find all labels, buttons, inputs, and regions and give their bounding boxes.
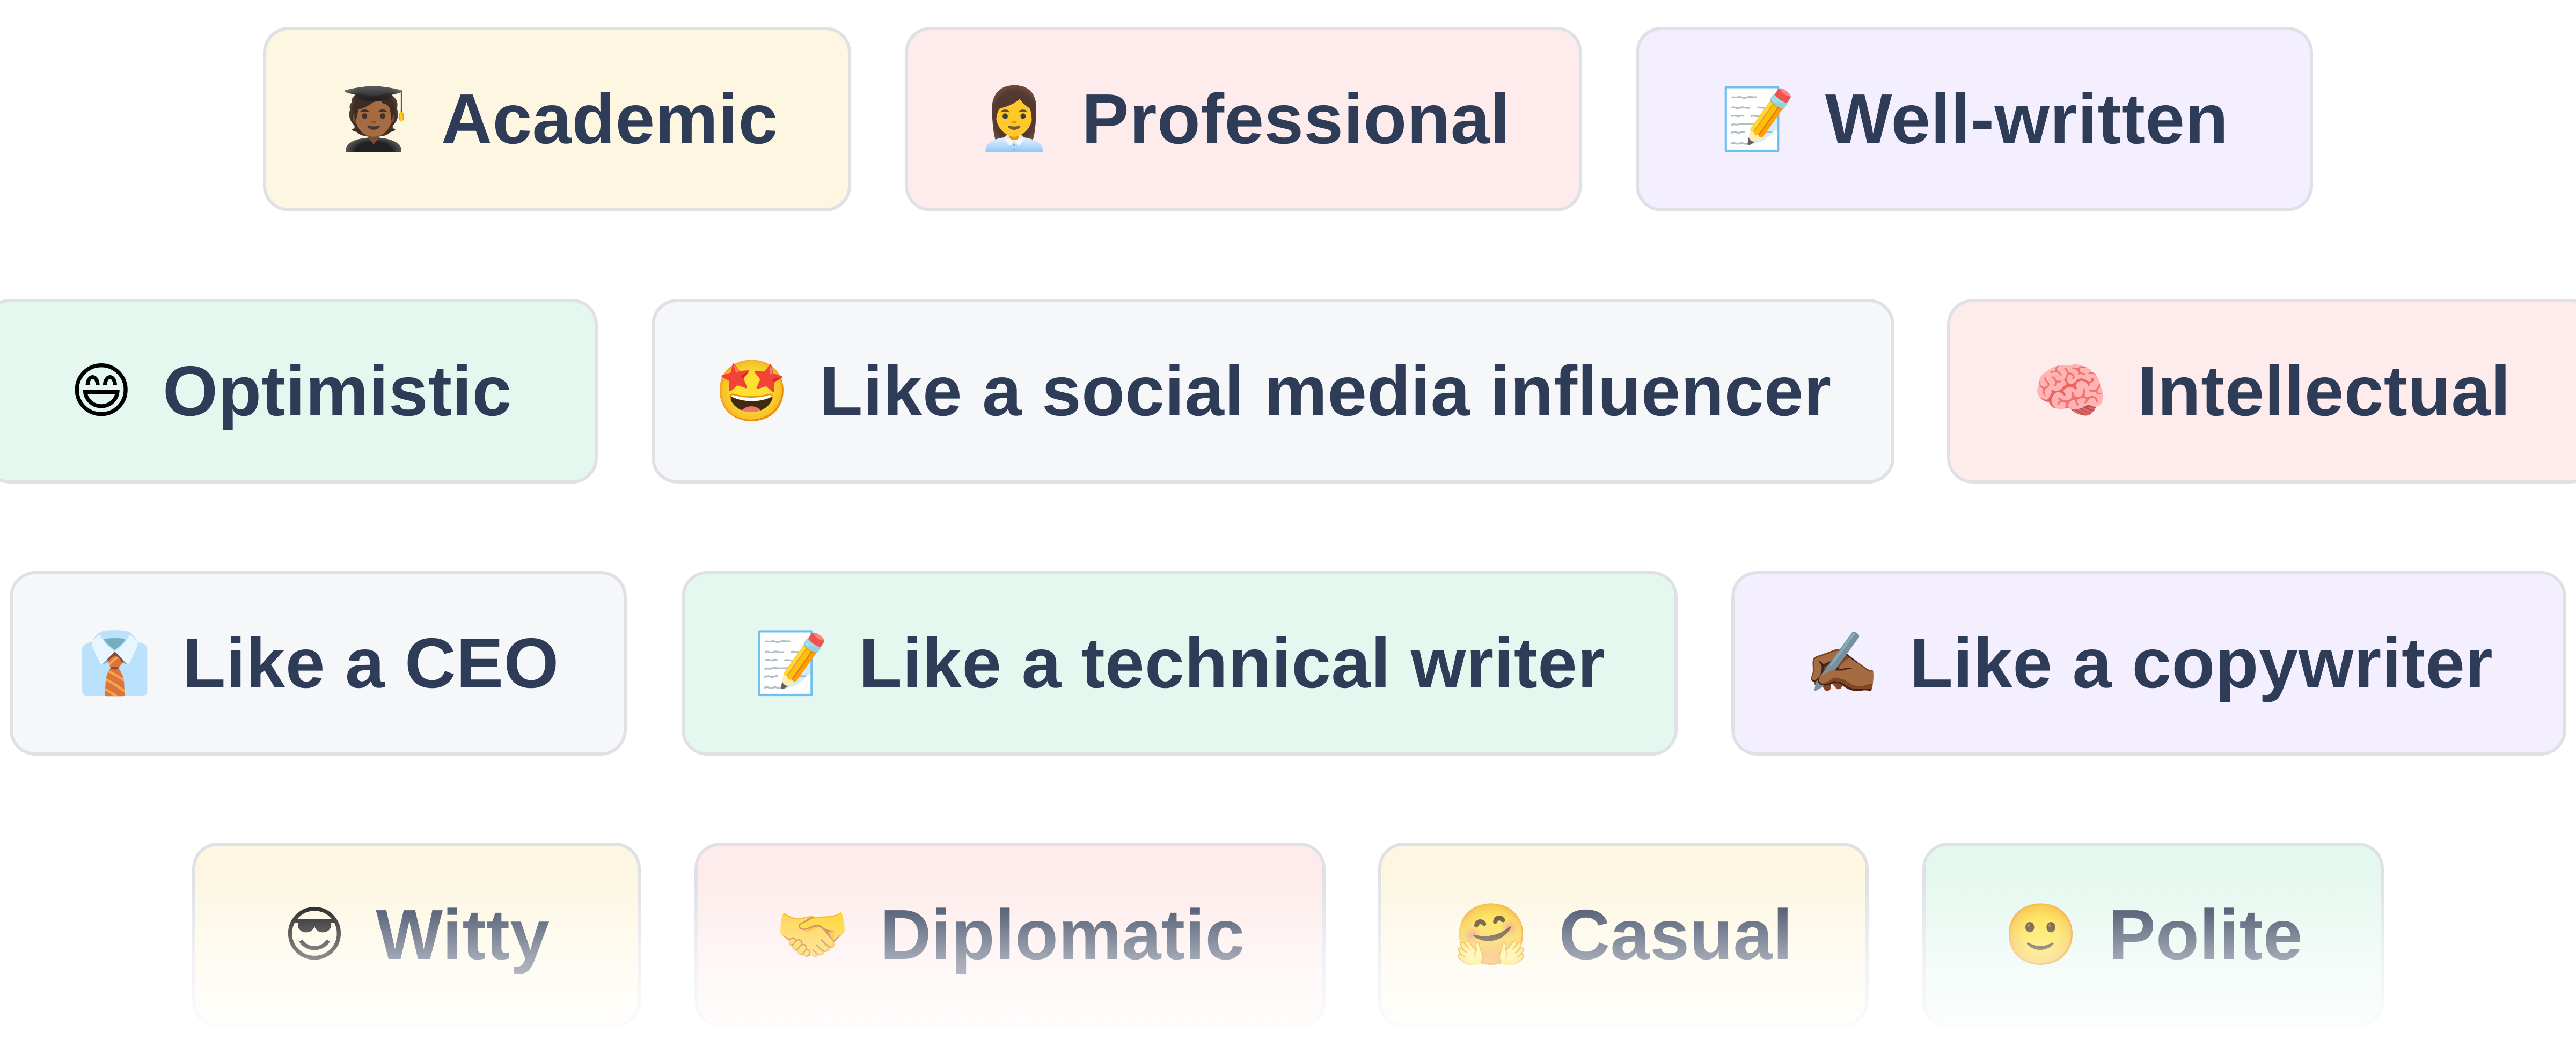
hugging-face-icon: 🤗 <box>1454 900 1529 970</box>
tone-chip-professional[interactable]: 👩‍💼 Professional <box>905 27 1582 211</box>
necktie-icon: 👔 <box>77 628 152 698</box>
tone-chip-label: Optimistic <box>163 352 512 430</box>
tone-chip-label: Well-written <box>1825 79 2229 158</box>
graduate-icon: 🧑🏾‍🎓 <box>336 84 411 154</box>
memo-icon: 📝 <box>753 628 829 698</box>
tone-chip-copywriter[interactable]: ✍🏾 Like a copywriter <box>1731 571 2566 756</box>
grinning-face-icon: 😄 <box>70 356 133 426</box>
memo-icon: 📝 <box>1720 84 1795 154</box>
tone-chip-label: Polite <box>2108 895 2303 974</box>
tone-chip-label: Witty <box>376 895 550 974</box>
handshake-icon: 🤝 <box>775 900 850 970</box>
tone-chip-well-written[interactable]: 📝 Well-written <box>1636 27 2313 211</box>
tone-chip-diplomatic[interactable]: 🤝 Diplomatic <box>694 843 1326 1027</box>
tone-chip-label: Professional <box>1081 79 1510 158</box>
tone-chip-optimistic[interactable]: 😄 Optimistic <box>0 299 598 484</box>
writing-hand-icon: ✍🏾 <box>1804 628 1880 698</box>
tone-chip-label: Like a technical writer <box>859 624 1606 702</box>
star-struck-icon: 🤩 <box>714 356 789 426</box>
tone-chip-witty[interactable]: 😎 Witty <box>192 843 641 1027</box>
tone-chip-label: Casual <box>1558 895 1793 974</box>
tone-chip-label: Academic <box>441 79 778 158</box>
tone-chip-label: Like a CEO <box>182 624 559 702</box>
tone-chip-label: Like a copywriter <box>1909 624 2493 702</box>
tone-chip-label: Like a social media influencer <box>819 352 1832 430</box>
tone-chip-casual[interactable]: 🤗 Casual <box>1378 843 1869 1027</box>
tone-chip-intellectual[interactable]: 🧠 Intellectual <box>1947 299 2576 484</box>
tone-chip-technical-writer[interactable]: 📝 Like a technical writer <box>682 571 1678 756</box>
tone-chip-ceo[interactable]: 👔 Like a CEO <box>10 571 627 756</box>
brain-icon: 🧠 <box>2032 356 2107 426</box>
office-worker-icon: 👩‍💼 <box>977 84 1052 154</box>
slightly-smiling-face-icon: 🙂 <box>2003 900 2079 970</box>
tone-selector: 🧑🏾‍🎓 Academic 👩‍💼 Professional 📝 Well-wr… <box>0 0 2576 1054</box>
sunglasses-face-icon: 😎 <box>283 900 346 970</box>
tone-chip-academic[interactable]: 🧑🏾‍🎓 Academic <box>263 27 851 211</box>
tone-chip-label: Intellectual <box>2137 352 2511 430</box>
tone-chip-social-media-influencer[interactable]: 🤩 Like a social media influencer <box>652 299 1894 484</box>
tone-chip-polite[interactable]: 🙂 Polite <box>1922 843 2384 1027</box>
tone-chip-label: Diplomatic <box>880 895 1245 974</box>
